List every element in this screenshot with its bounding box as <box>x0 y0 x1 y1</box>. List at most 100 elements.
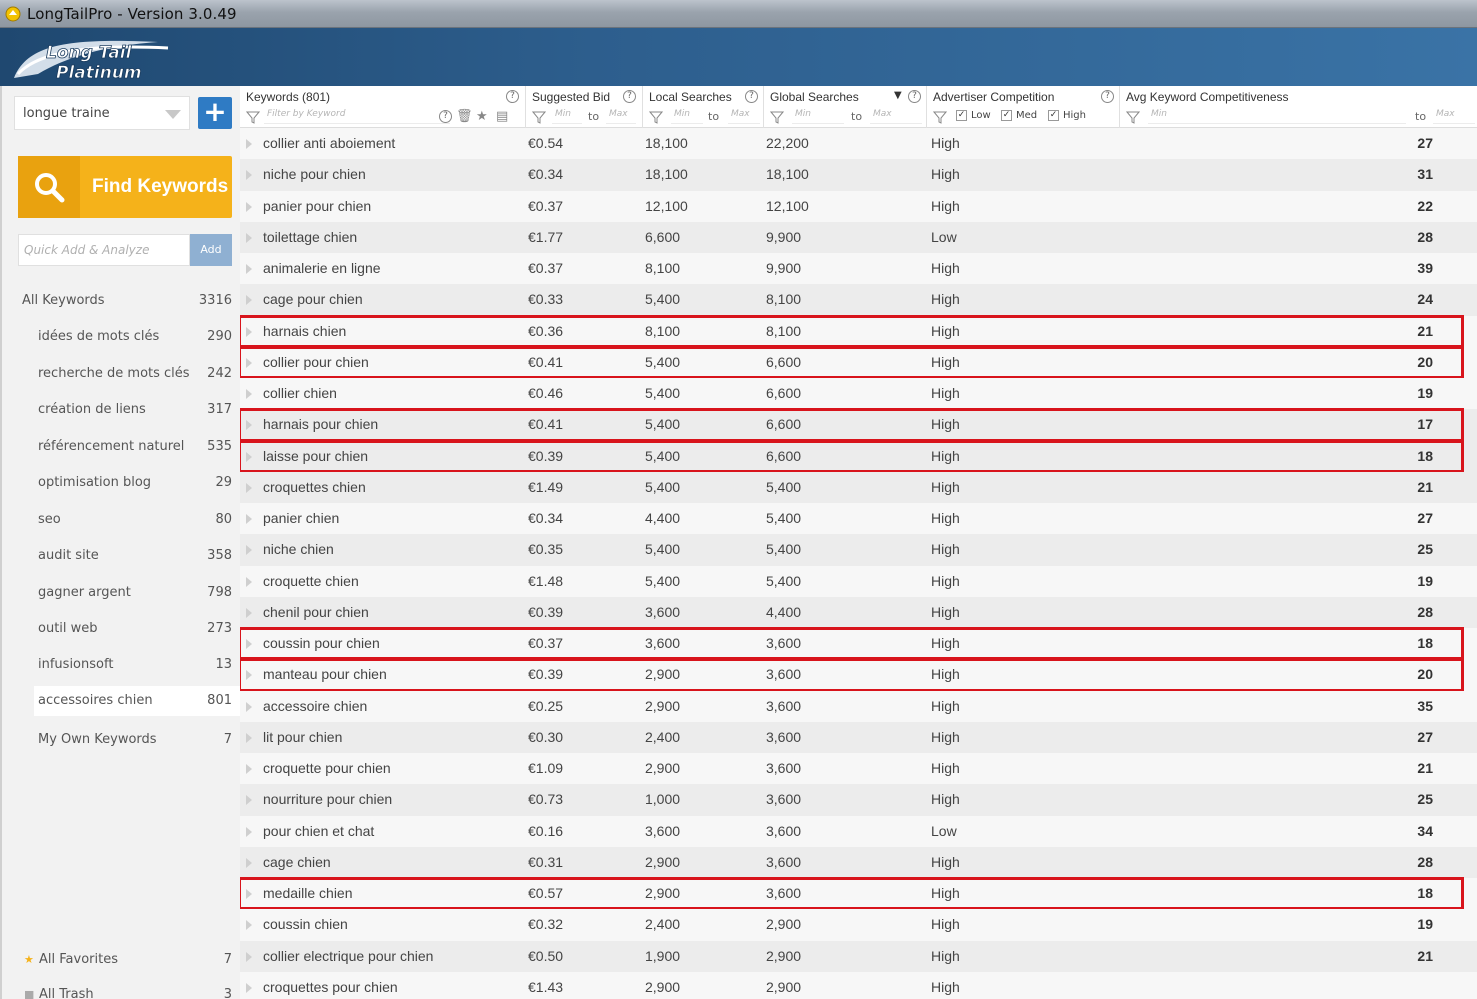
expand-row-icon[interactable] <box>246 482 252 493</box>
table-row[interactable]: coussin chien €0.32 2,400 2,900 High 19 <box>240 909 1477 941</box>
global-max-input[interactable]: Max <box>870 109 922 124</box>
table-row[interactable]: collier electrique pour chien €0.50 1,900 2… <box>240 940 1477 972</box>
add-project-button[interactable]: + <box>198 97 232 129</box>
table-row[interactable]: chenil pour chien €0.39 3,600 4,400 High 28 <box>240 596 1477 628</box>
table-row[interactable]: cage pour chien €0.33 5,400 8,100 High 24 <box>240 284 1477 316</box>
column-global-searches[interactable]: Global Searches ▼ ? Min to Max <box>764 86 927 128</box>
expand-row-icon[interactable] <box>246 295 252 306</box>
export-icon[interactable]: ▤ <box>496 110 510 124</box>
sidebar-item-referencement[interactable]: référencement naturel 535 <box>2 432 240 462</box>
expand-row-icon[interactable] <box>246 795 252 806</box>
table-row[interactable]: panier pour chien €0.37 12,100 12,100 High 22 <box>240 190 1477 222</box>
expand-row-icon[interactable] <box>246 326 252 337</box>
expand-row-icon[interactable] <box>246 264 252 274</box>
table-row[interactable]: collier anti aboiement €0.54 18,100 22,200 H… <box>240 128 1477 160</box>
expand-row-icon[interactable] <box>246 170 252 181</box>
table-row[interactable]: croquettes pour chien €1.43 2,900 2,900 High <box>240 971 1477 999</box>
find-keywords-button[interactable]: Find Keywords <box>18 156 232 218</box>
expand-row-icon[interactable] <box>246 576 252 587</box>
expand-row-icon[interactable] <box>246 201 252 212</box>
expand-row-icon[interactable] <box>246 732 252 743</box>
project-select[interactable]: longue traine <box>14 96 190 130</box>
expand-row-icon[interactable] <box>246 545 252 556</box>
table-row[interactable]: panier chien €0.34 4,400 5,400 High 27 <box>240 503 1477 535</box>
column-avg-keyword-competitiveness[interactable]: Avg Keyword Competitiveness Min to Max <box>1120 86 1477 128</box>
table-row[interactable]: niche pour chien €0.34 18,100 18,100 High 31 <box>240 159 1477 191</box>
table-row[interactable]: croquette chien €1.48 5,400 5,400 High 19 <box>240 565 1477 597</box>
table-row[interactable]: collier chien €0.46 5,400 6,600 High 19 <box>240 378 1477 410</box>
sidebar-item-my-own[interactable]: My Own Keywords 7 <box>2 725 240 755</box>
table-row[interactable]: manteau pour chien €0.39 2,900 3,600 High 20 <box>240 659 1477 691</box>
table-row[interactable]: toilettage chien €1.77 6,600 9,900 Low 28 <box>240 221 1477 253</box>
expand-row-icon[interactable] <box>246 670 252 681</box>
expand-row-icon[interactable] <box>246 607 252 618</box>
table-row[interactable]: cage chien €0.31 2,900 3,600 High 28 <box>240 846 1477 878</box>
sidebar-item-idees[interactable]: idées de mots clés 290 <box>2 322 240 352</box>
global-min-input[interactable]: Min <box>792 109 844 124</box>
sidebar-item-gagner[interactable]: gagner argent 798 <box>2 578 240 608</box>
sidebar-item-trash[interactable]: ■ All Trash 3 <box>2 980 240 999</box>
expand-row-icon[interactable] <box>246 451 252 462</box>
med-checkbox[interactable]: ✓ <box>1001 110 1012 121</box>
sidebar-item-optimisation[interactable]: optimisation blog 29 <box>2 468 240 498</box>
expand-row-icon[interactable] <box>246 701 252 712</box>
column-keywords[interactable]: Keywords (801) ? Filter by Keyword ? 🗑 ★… <box>240 86 526 128</box>
table-row[interactable]: pour chien et chat €0.16 3,600 3,600 Low 34 <box>240 815 1477 847</box>
keyword-filter-input[interactable]: Filter by Keyword <box>264 109 450 124</box>
star-icon[interactable]: ★ <box>476 110 490 124</box>
bid-max-input[interactable]: Max <box>606 109 636 124</box>
help-icon[interactable]: ? <box>506 90 519 103</box>
expand-row-icon[interactable] <box>246 951 252 962</box>
table-row[interactable]: accessoire chien €0.25 2,900 3,600 High 35 <box>240 690 1477 722</box>
table-row[interactable]: harnais pour chien €0.41 5,400 6,600 High 17 <box>240 409 1477 441</box>
table-row[interactable]: harnais chien €0.36 8,100 8,100 High 21 <box>240 315 1477 347</box>
expand-row-icon[interactable] <box>246 420 252 431</box>
sidebar-item-favorites[interactable]: ★ All Favorites 7 <box>2 945 240 975</box>
expand-row-icon[interactable] <box>246 514 252 524</box>
expand-row-icon[interactable] <box>246 639 252 649</box>
column-suggested-bid[interactable]: Suggested Bid ? Min to Max <box>526 86 643 128</box>
help-icon[interactable]: ? <box>439 110 452 123</box>
column-advertiser-competition[interactable]: Advertiser Competition ? ✓ Low ✓ Med ✓ H… <box>927 86 1120 128</box>
low-checkbox[interactable]: ✓ <box>956 110 967 121</box>
expand-row-icon[interactable] <box>246 920 252 931</box>
table-row[interactable]: coussin pour chien €0.37 3,600 3,600 High 18 <box>240 628 1477 660</box>
sidebar-item-infusionsoft[interactable]: infusionsoft 13 <box>2 650 240 680</box>
help-icon[interactable]: ? <box>623 90 636 103</box>
local-max-input[interactable]: Max <box>728 109 760 124</box>
expand-row-icon[interactable] <box>246 139 252 149</box>
table-row[interactable]: nourriture pour chien €0.73 1,000 3,600 High… <box>240 784 1477 816</box>
trash-icon[interactable]: 🗑 <box>456 110 473 124</box>
expand-row-icon[interactable] <box>246 982 252 993</box>
column-local-searches[interactable]: Local Searches ? Min to Max <box>643 86 764 128</box>
expand-row-icon[interactable] <box>246 889 252 899</box>
sidebar-item-creation[interactable]: création de liens 317 <box>2 395 240 425</box>
akc-min-input[interactable]: Min <box>1148 109 1406 124</box>
quick-add-input[interactable]: Quick Add & Analyze <box>18 234 190 266</box>
table-row[interactable]: niche chien €0.35 5,400 5,400 High 25 <box>240 534 1477 566</box>
quick-add-button[interactable]: Add <box>190 234 232 266</box>
akc-max-input[interactable]: Max <box>1433 109 1475 124</box>
expand-row-icon[interactable] <box>246 232 252 243</box>
sidebar-item-all-keywords[interactable]: All Keywords 3316 <box>2 286 240 316</box>
local-min-input[interactable]: Min <box>671 109 703 124</box>
sidebar-item-recherche[interactable]: recherche de mots clés 242 <box>2 359 240 389</box>
high-checkbox[interactable]: ✓ <box>1048 110 1059 121</box>
table-row[interactable]: collier pour chien €0.41 5,400 6,600 High 20 <box>240 346 1477 378</box>
help-icon[interactable]: ? <box>908 90 921 103</box>
expand-row-icon[interactable] <box>246 764 252 774</box>
sidebar-item-accessoires[interactable]: accessoires chien 801 <box>34 686 240 716</box>
bid-min-input[interactable]: Min <box>552 109 582 124</box>
expand-row-icon[interactable] <box>246 826 252 837</box>
table-row[interactable]: croquette pour chien €1.09 2,900 3,600 High 2… <box>240 753 1477 785</box>
table-row[interactable]: laisse pour chien €0.39 5,400 6,600 High 18 <box>240 440 1477 472</box>
sidebar-item-audit[interactable]: audit site 358 <box>2 541 240 571</box>
expand-row-icon[interactable] <box>246 857 252 868</box>
table-row[interactable]: medaille chien €0.57 2,900 3,600 High 18 <box>240 878 1477 910</box>
expand-row-icon[interactable] <box>246 389 252 399</box>
sidebar-item-seo[interactable]: seo 80 <box>2 505 240 535</box>
expand-row-icon[interactable] <box>246 357 252 368</box>
table-row[interactable]: animalerie en ligne €0.37 8,100 9,900 High 39 <box>240 253 1477 285</box>
sort-desc-icon[interactable]: ▼ <box>894 90 902 101</box>
sidebar-item-outil[interactable]: outil web 273 <box>2 614 240 644</box>
